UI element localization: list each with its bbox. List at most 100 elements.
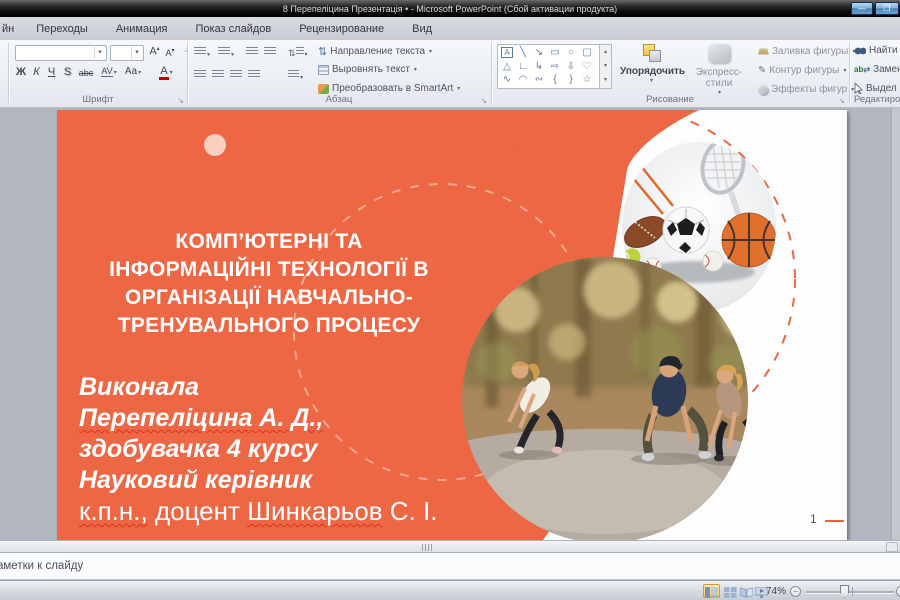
increase-indent-button[interactable] [264, 47, 276, 59]
slide-author-block[interactable]: Виконала Перепеліцина А. Д., здобувачка … [79, 372, 519, 527]
dialog-launcher-icon[interactable]: ↘ [838, 96, 845, 105]
slide[interactable]: КОМП’ЮТЕРНІ ТА ІНФОРМАЦІЙНІ ТЕХНОЛОГІЇ В… [57, 110, 847, 540]
numbered-list-icon [218, 47, 230, 56]
binoculars-icon [854, 46, 866, 56]
font-name-combobox[interactable]: ▾ [15, 45, 107, 61]
line-spacing-button[interactable]: ⇅▾ [288, 47, 308, 59]
shape-heart-icon[interactable]: ♡ [579, 60, 595, 73]
zoom-in-button[interactable]: + [896, 586, 900, 597]
chevron-down-icon[interactable]: ▾ [94, 47, 105, 59]
replace-icon: ab⇄ [854, 65, 870, 74]
shape-arrow-icon[interactable]: ↘ [531, 46, 547, 59]
columns-button[interactable]: ▾ [288, 70, 303, 82]
shape-outline-button[interactable]: ✎ Контур фигуры▾ [758, 65, 846, 76]
scrollbar-grip[interactable] [422, 544, 432, 551]
tab-review[interactable]: Рецензирование [285, 19, 398, 40]
font-group: ▾ ▾ A▴ A▾ ⍻ Ж К Ч S abc AV▾ Aa▾ A▾ Шрифт… [9, 40, 187, 107]
shapes-gallery-scroll[interactable]: ▴▾▾ [600, 44, 612, 89]
decrease-indent-button[interactable] [246, 47, 258, 59]
shape-text-box-icon[interactable]: A [499, 46, 515, 59]
shrink-font-button[interactable]: A▾ [163, 47, 177, 58]
shape-down-arrow-icon[interactable]: ⇩ [563, 60, 579, 73]
restore-button[interactable]: ❐ [875, 2, 899, 15]
paint-bucket-icon [758, 47, 769, 57]
dialog-launcher-icon[interactable]: ↘ [177, 96, 184, 105]
align-left-icon [194, 70, 206, 79]
text-direction-button[interactable]: ⇅ Направление текста▾ [318, 45, 432, 58]
slide-sorter-view-button[interactable] [722, 584, 739, 598]
underline-button[interactable]: Ч [45, 66, 58, 78]
find-button[interactable]: Найти [854, 45, 898, 56]
convert-smartart-button[interactable]: Преобразовать в SmartArt▾ [318, 83, 460, 94]
shape-oval-icon[interactable]: ○ [563, 46, 579, 59]
arrange-button[interactable]: Упорядочить ▾ [620, 44, 682, 84]
shape-curve-icon[interactable]: ∾ [531, 73, 547, 86]
author-line: здобувачка 4 курсу [79, 434, 519, 465]
cursor-icon [854, 83, 863, 94]
numbering-button[interactable]: ▾ [218, 47, 234, 59]
author-line: Виконала [79, 372, 519, 403]
zoom-slider-thumb[interactable] [840, 585, 849, 598]
vertical-scrollbar[interactable] [891, 108, 900, 540]
shape-elbow-connector-icon[interactable]: ∟ [515, 60, 531, 73]
white-ball [703, 251, 723, 271]
shape-left-brace-icon[interactable]: { [547, 73, 563, 86]
font-color-button[interactable]: A▾ [154, 65, 178, 77]
shape-star-icon[interactable]: ☆ [579, 73, 595, 86]
slide-title[interactable]: КОМП’ЮТЕРНІ ТА ІНФОРМАЦІЙНІ ТЕХНОЛОГІЇ В… [75, 228, 463, 340]
bold-button[interactable]: Ж [14, 66, 28, 78]
font-size-combobox[interactable]: ▾ [110, 45, 144, 61]
shape-line-icon[interactable]: ╲ [515, 46, 531, 59]
indent-increase-icon [264, 47, 276, 56]
zoom-slider-track[interactable] [806, 591, 894, 593]
shape-right-brace-icon[interactable]: } [563, 73, 579, 86]
soccer-ball [663, 207, 709, 253]
align-text-button[interactable]: Выровнять текст▾ [318, 64, 417, 75]
slide-page-number: 1 [810, 512, 817, 526]
notes-pane[interactable]: аметки к слайду [0, 553, 900, 580]
bullets-button[interactable]: ▾ [194, 47, 210, 59]
line-spacing-icon [296, 47, 304, 56]
shape-effects-icon [758, 85, 768, 95]
align-text-icon [318, 65, 329, 75]
shape-rectangle-icon[interactable]: ▭ [547, 46, 563, 59]
select-button[interactable]: Выдел [854, 83, 897, 94]
title-line: ТРЕНУВАЛЬНОГО ПРОЦЕСУ [75, 312, 463, 340]
tab-view[interactable]: Вид [398, 19, 446, 40]
normal-view-button[interactable] [703, 584, 720, 598]
horizontal-scrollbar[interactable] [0, 540, 900, 553]
zoom-out-button[interactable]: − [790, 586, 801, 597]
align-justify-button[interactable] [248, 70, 260, 82]
shape-fill-button[interactable]: Заливка фигуры▾ [758, 46, 855, 57]
align-justify-icon [248, 70, 260, 79]
quick-styles-button[interactable]: Экспресс-стили ▾ [684, 44, 754, 96]
tab-transitions[interactable]: Переходы [22, 19, 102, 40]
paragraph-group-label: Абзац [188, 94, 490, 105]
dialog-launcher-icon[interactable]: ↘ [480, 96, 487, 105]
zoom-slider-tick [852, 587, 853, 596]
page-number-dash [825, 520, 844, 522]
align-left-button[interactable] [194, 70, 206, 82]
tab-design-partial[interactable]: йн [0, 19, 22, 40]
quick-styles-icon [708, 44, 730, 63]
grow-font-button[interactable]: A▴ [147, 45, 162, 58]
shape-right-arrow-icon[interactable]: ⇨ [547, 60, 563, 73]
chevron-down-icon[interactable]: ▾ [131, 47, 142, 59]
change-case-button[interactable]: Aa▾ [122, 66, 144, 77]
shape-scribble-icon[interactable]: ∿ [499, 73, 515, 86]
tab-slideshow[interactable]: Показ слайдов [181, 19, 285, 40]
tab-animation[interactable]: Анимация [102, 19, 182, 40]
shape-triangle-icon[interactable]: △ [499, 60, 515, 73]
replace-button[interactable]: ab⇄ Замен [854, 64, 900, 75]
shape-rounded-rectangle-icon[interactable]: ▢ [579, 46, 595, 59]
italic-button[interactable]: К [30, 66, 43, 78]
align-center-button[interactable] [212, 70, 224, 82]
text-shadow-button[interactable]: S [61, 66, 74, 78]
shape-arc-icon[interactable]: ◠ [515, 73, 531, 86]
align-right-button[interactable] [230, 70, 242, 82]
author-line: Перепеліцина А. Д., [79, 403, 519, 434]
shape-elbow-arrow-icon[interactable]: ↳ [531, 60, 547, 73]
character-spacing-button[interactable]: AV▾ [98, 66, 120, 76]
strikethrough-button[interactable]: abc [76, 68, 96, 78]
minimize-button[interactable]: — [851, 2, 873, 15]
